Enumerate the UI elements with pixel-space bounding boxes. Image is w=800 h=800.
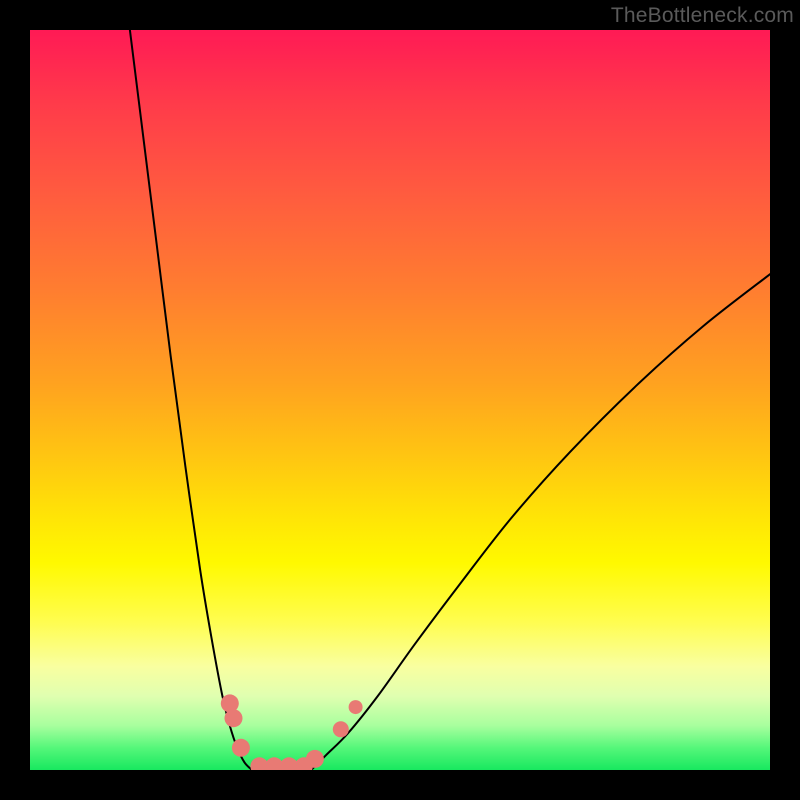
series-left-branch <box>130 30 252 770</box>
dot-right-3 <box>349 700 363 714</box>
dot-right-2 <box>333 721 349 737</box>
plot-area <box>30 30 770 770</box>
dot-left-3 <box>232 739 250 757</box>
series-right-branch <box>311 274 770 770</box>
watermark-text: TheBottleneck.com <box>611 4 794 28</box>
chart-frame: TheBottleneck.com <box>0 0 800 800</box>
series-group <box>130 30 770 770</box>
chart-svg <box>30 30 770 770</box>
dot-left-2 <box>225 709 243 727</box>
dot-right-1 <box>306 750 324 768</box>
